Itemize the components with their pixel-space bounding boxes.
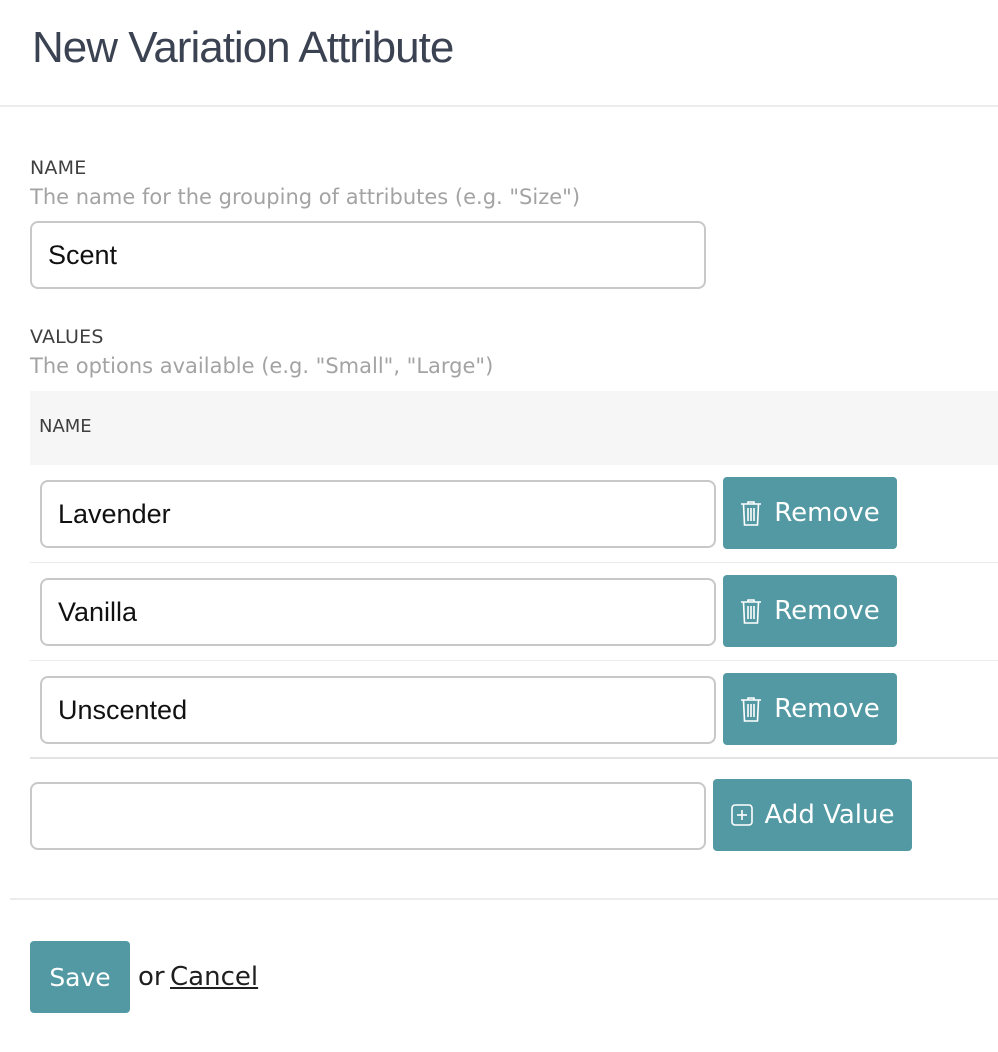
or-text: or [138,962,165,992]
trash-icon [740,598,762,624]
row-divider [30,660,998,661]
remove-value-button-2[interactable]: Remove [723,575,897,647]
footer-divider [10,898,998,900]
value-input-2[interactable] [40,578,716,646]
add-value-button[interactable]: Add Value [713,779,912,851]
save-button[interactable]: Save [30,941,130,1013]
values-field-label: VALUES [30,326,104,348]
page-title: New Variation Attribute [32,23,454,72]
name-field-label: NAME [30,157,87,179]
values-column-header: NAME [39,416,92,437]
value-input-1[interactable] [40,480,716,548]
remove-value-button-3[interactable]: Remove [723,673,897,745]
trash-icon [740,500,762,526]
trash-icon [740,696,762,722]
new-value-input[interactable] [30,782,706,850]
values-list-divider [30,757,998,759]
header-divider [0,105,998,107]
remove-value-button-1[interactable]: Remove [723,477,897,549]
remove-button-label: Remove [774,596,880,626]
cancel-link[interactable]: Cancel [170,962,258,992]
value-input-3[interactable] [40,676,716,744]
remove-button-label: Remove [774,498,880,528]
plus-square-icon [730,804,753,826]
row-divider [30,562,998,563]
values-field-help: The options available (e.g. "Small", "La… [30,354,494,378]
save-button-label: Save [49,962,111,992]
remove-button-label: Remove [774,694,880,724]
attribute-name-input[interactable] [30,221,706,289]
add-value-label: Add Value [764,800,895,830]
values-table-header: NAME [30,391,998,465]
name-field-help: The name for the grouping of attributes … [30,185,581,209]
